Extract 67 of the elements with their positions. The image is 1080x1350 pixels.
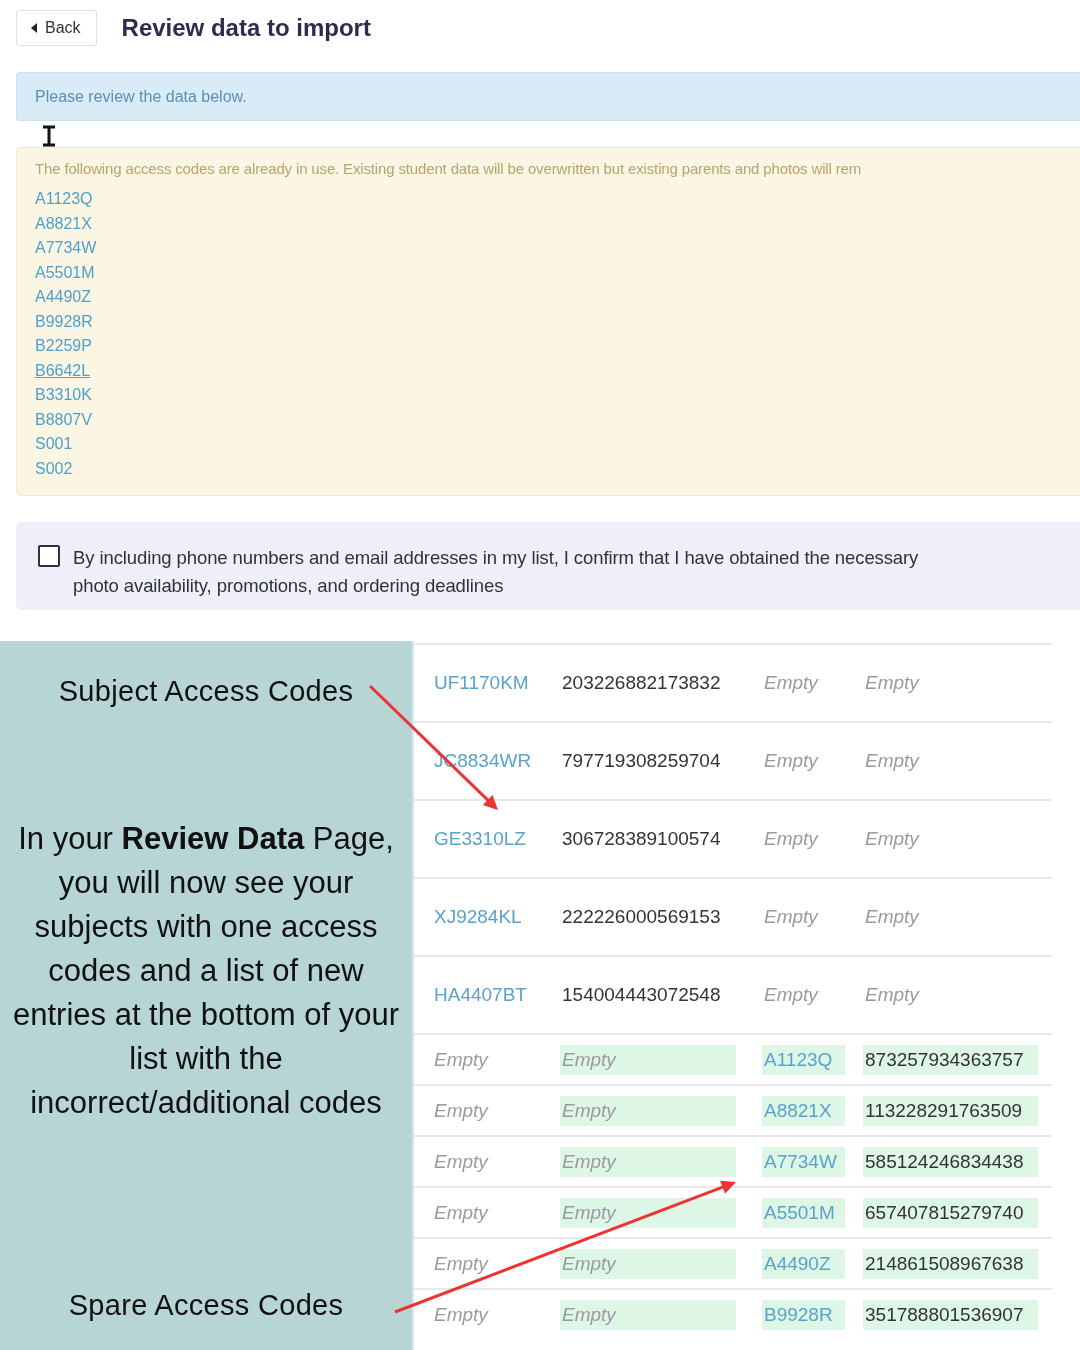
access-code-link[interactable]: B8807V xyxy=(35,407,92,432)
code-cell-text: GE3310LZ xyxy=(433,827,527,851)
empty-cell-text: Empty xyxy=(864,749,921,773)
access-code-link[interactable]: A1123Q xyxy=(35,187,93,212)
number-cell-text: 306728389100574 xyxy=(561,827,722,851)
annotation-text: In your Review Data Page, you will now see your subjects with one access codes and a list of new entries at the bottom of your list with the incorrect/additional codes xyxy=(12,819,400,1122)
empty-cell: Empty xyxy=(560,1197,736,1228)
empty-cell-text: Empty xyxy=(763,827,820,851)
code-cell: A1123Q xyxy=(762,1044,845,1075)
access-code-link[interactable]: A8821X xyxy=(35,211,92,236)
text-cursor-icon xyxy=(42,125,56,147)
empty-cell: Empty xyxy=(560,1146,736,1177)
consent-text: By including phone numbers and email addresses in my list, I confirm that I have obtained the necessary xyxy=(73,546,919,570)
access-code-link[interactable]: A5501M xyxy=(35,260,95,285)
empty-cell-text: Empty xyxy=(433,1251,490,1276)
empty-cell: Empty xyxy=(560,1248,736,1279)
access-code-link[interactable]: A7734W xyxy=(35,236,97,261)
empty-cell-text: Empty xyxy=(864,827,921,851)
number-cell-text: 222226000569153 xyxy=(561,905,722,929)
code-cell: A8821X xyxy=(762,1095,845,1126)
number-cell: 351788801536907 xyxy=(863,1299,1038,1330)
warning-text: The following access codes are already in use. Existing student data will be overwritten but existing parents and photos will rem xyxy=(35,160,863,177)
annotation-label: Subject Access Codes xyxy=(58,675,354,708)
empty-cell-text: Empty xyxy=(864,671,921,695)
code-cell-text: UF1170KM xyxy=(433,671,530,695)
number-cell-text: 154004443072548 xyxy=(561,983,722,1007)
number-cell: 585124246834438 xyxy=(863,1146,1038,1177)
access-code-link[interactable]: B3310K xyxy=(35,383,92,408)
page-title: Review data to import xyxy=(121,14,371,42)
empty-cell-text: Empty xyxy=(763,671,820,695)
code-cell: A7734W xyxy=(762,1146,845,1177)
empty-cell-text: Empty xyxy=(433,1149,490,1174)
empty-cell-text: Empty xyxy=(763,749,820,773)
empty-cell-text: Empty xyxy=(433,1302,490,1327)
empty-cell: Empty xyxy=(560,1299,736,1330)
empty-cell-text: Empty xyxy=(763,905,820,929)
number-cell: 113228291763509 xyxy=(863,1095,1038,1126)
consent-text: photo availability, promotions, and ordering deadlines xyxy=(73,574,505,598)
empty-cell-text: Empty xyxy=(433,1047,490,1072)
code-cell: A4490Z xyxy=(762,1248,845,1279)
back-button[interactable]: Back xyxy=(16,10,97,46)
checkbox[interactable] xyxy=(38,545,60,567)
empty-cell-text: Empty xyxy=(864,905,921,929)
code-cell: B9928R xyxy=(762,1299,845,1330)
empty-cell: Empty xyxy=(560,1044,736,1075)
caret-icon xyxy=(31,23,37,33)
access-code-link[interactable]: B6642L xyxy=(35,358,91,383)
empty-cell: Empty xyxy=(560,1095,736,1126)
code-cell-text: XJ9284KL xyxy=(433,905,523,929)
access-code-link[interactable]: B9928R xyxy=(35,309,93,334)
access-code-link[interactable]: A4490Z xyxy=(35,285,92,310)
empty-cell-text: Empty xyxy=(864,983,921,1007)
number-cell: 873257934363757 xyxy=(863,1044,1038,1075)
annotation-label: Spare Access Codes xyxy=(68,1289,344,1322)
number-cell: 214861508967638 xyxy=(863,1248,1038,1279)
access-code-link[interactable]: B2259P xyxy=(35,334,92,359)
code-cell-text: HA4407BT xyxy=(433,983,528,1007)
number-cell-text: 203226882173832 xyxy=(561,671,722,695)
number-cell-text: 797719308259704 xyxy=(561,749,722,773)
info-text: Please review the data below. xyxy=(35,87,247,106)
empty-cell-text: Empty xyxy=(433,1200,490,1225)
empty-cell-text: Empty xyxy=(433,1098,490,1123)
empty-cell-text: Empty xyxy=(763,983,820,1007)
access-code-link[interactable]: S001 xyxy=(35,432,73,457)
code-cell: A5501M xyxy=(762,1197,845,1228)
number-cell: 657407815279740 xyxy=(863,1197,1038,1228)
access-code-link[interactable]: S002 xyxy=(35,456,73,481)
